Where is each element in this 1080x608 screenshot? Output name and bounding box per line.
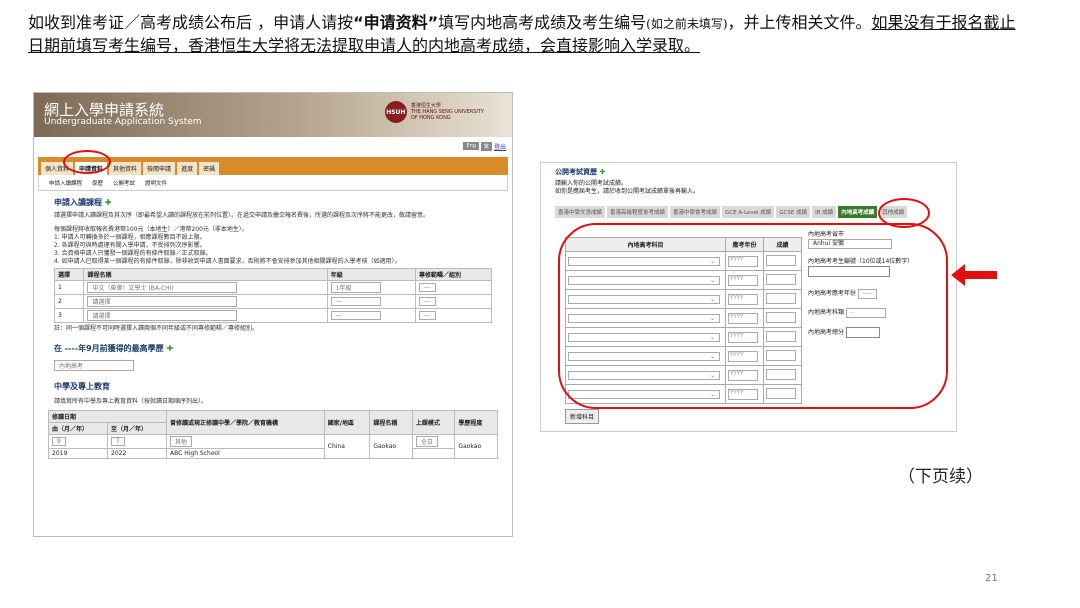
to-month-select[interactable]: 7 [111,437,125,446]
programme-table: 選擇 課程名稱 年級 專修範疇／組別 1 中文（榮譽）文學士 (BA-CHI) 1年級 --… [53,268,492,323]
tab-gce[interactable]: GCE A-Level 成績 [722,206,775,218]
highlight-box-gaokao-form [558,223,948,409]
school-select[interactable]: 其他 [170,436,193,447]
continued-note: （下页续） [898,467,983,487]
top-links: Eng 繁 登出 [34,139,512,153]
highlight-circle-tab [63,150,111,174]
mode-select[interactable]: 全日 [415,436,438,447]
tab-hkdse[interactable]: 香港中學文憑成績 [555,206,606,218]
system-title-en: Undergraduate Application System [44,117,202,127]
tab-gcse[interactable]: GCSE 成績 [776,206,811,218]
exam-section-title: 公開考試資歷 ✚ [555,168,606,176]
instruction-paragraph: 如收到准考证／高考成绩公布后 ，申请人请按“申请资料”填写内地高考成绩及考生编号… [28,13,1016,55]
tab-hkale[interactable]: 香港高級程度會考成績 [607,206,669,218]
table-row: 1 中文（榮譽）文學士 (BA-CHI) 1年級 --- [53,280,492,295]
exam-note-2: 如你是應屆考生，請於收到公開考試成績單後再輸入。 [555,188,700,195]
table-row: 2019 2022 ABC High School [48,448,498,459]
lang-eng-button[interactable]: Eng [463,142,479,150]
stream-select[interactable]: --- [419,311,436,320]
programme-select[interactable]: 請選擇 [87,310,238,321]
tab-ib[interactable]: IB 成績 [812,206,837,218]
year-select[interactable]: --- [330,311,381,320]
from-month-select[interactable]: 9 [52,437,66,446]
stream-select[interactable]: --- [419,297,436,306]
subnav-programmes[interactable]: 申請入讀課程 [49,179,82,187]
add-subject-button[interactable]: 新增科目 [565,409,600,424]
education-instruction: 請填寫所有中學及專上教育資料（按就讀日期順序列出）。 [54,398,208,405]
programme-note: 註：同一個課程不可同時選擇入讀兩個不同年級或不同專修範疇／專修組別。 [54,325,259,332]
table-row: 2 請選擇 --- --- [53,294,492,309]
page-number: 21 [985,573,998,584]
programme-select[interactable]: 中文（榮譽）文學士 (BA-CHI) [87,282,238,293]
university-logo: HSUH 香港恒生大學 THE HANG SENG UNIVERSITY OF HO… [384,101,484,123]
sub-nav: 申請入讀課程 學歷 公開考試 證明文件 [38,175,508,191]
subnav-exams[interactable]: 公開考試 [113,179,135,187]
tab-progress[interactable]: 進度 [177,162,198,175]
programme-instruction: 請選擇申請入讀課程及其次序（即最希望入讀的課程放在前列位置）。在遞交申請及繳交報… [54,212,430,219]
tab-review[interactable]: 檢閱申請 [143,162,176,175]
tab-hkcee[interactable]: 香港中學會考成績 [670,206,721,218]
lang-trad-button[interactable]: 繁 [480,141,492,151]
year-select[interactable]: --- [330,297,381,306]
qualification-select[interactable]: 內地高考 [54,360,134,371]
table-row: 3 請選擇 --- --- [53,308,492,323]
arrow-left-icon [951,264,997,286]
tab-other[interactable]: 其他資料 [109,162,142,175]
seal-icon: HSUH [384,101,407,123]
section-title-qualification: 在 ----年9月前獲得的最高學歷 ✚ [54,344,174,353]
table-row: 9 7 其他 China Gaokao 全日 Gaokao [48,434,498,459]
slide: 如收到准考证／高考成绩公布后 ，申请人请按“申请资料”填写内地高考成绩及考生编号… [0,0,1080,608]
subnav-education[interactable]: 學歷 [92,179,103,187]
section-title-programmes: 申請入讀課程 ✚ [54,198,112,207]
education-table: 修讀日期 曾修讀或現正修讀中學／學院／教育機構 國家/地區 課程名稱 上課模式 學歷程度 … [48,410,498,459]
section-title-education: 中學及專上教育 [54,382,110,391]
system-banner: 網上入學申請系統 Undergraduate Application Syste… [34,93,512,137]
tab-password[interactable]: 密碼 [199,162,220,175]
logout-link[interactable]: 登出 [494,142,506,151]
subnav-documents[interactable]: 證明文件 [145,179,167,187]
tab-gaokao[interactable]: 內地高考成績 [838,206,878,218]
exam-note-1: 請輸入你的公開考試成績。 [555,180,628,187]
programme-select[interactable]: 請選擇 [87,296,238,307]
stream-select[interactable]: --- [419,283,436,292]
year-select[interactable]: 1年級 [330,282,381,293]
